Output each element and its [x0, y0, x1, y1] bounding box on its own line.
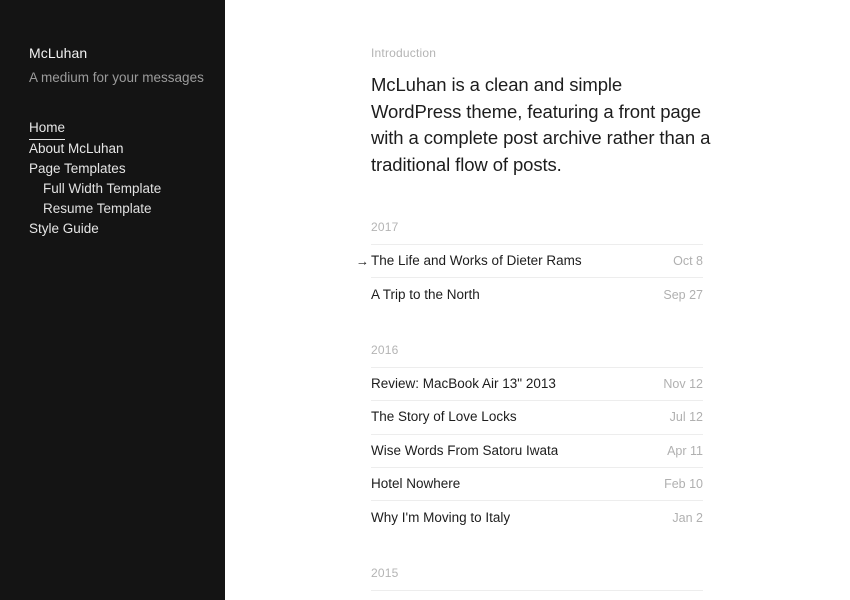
sidebar-item-page-templates[interactable]: Page Templates	[29, 159, 225, 179]
sidebar-item-resume-template[interactable]: Resume Template	[29, 199, 225, 219]
site-tagline: A medium for your messages	[29, 70, 204, 85]
year-group: 2016 Review: MacBook Air 13" 2013 Nov 12…	[371, 342, 703, 534]
sidebar-item-about-mcluhan[interactable]: About McLuhan	[29, 139, 225, 159]
post-date: Jan 2	[672, 510, 703, 525]
post-date: Feb 10	[664, 477, 703, 492]
post-title: A Trip to the North	[371, 286, 480, 302]
table-row[interactable]: Tickets for WordCamp Stockholm 2017 Nov …	[371, 589, 703, 600]
site-title: McLuhan	[29, 45, 88, 61]
sidebar-item-label: Page Templates	[29, 161, 126, 176]
arrow-right-icon: →	[356, 253, 369, 269]
year-label: 2015	[371, 565, 399, 580]
post-archive: 2017 → The Life and Works of Dieter Rams…	[356, 219, 703, 600]
content-column: Introduction McLuhan is a clean and simp…	[356, 0, 710, 600]
table-row[interactable]: Review: MacBook Air 13" 2013 Nov 12	[371, 366, 703, 400]
introduction-text: McLuhan is a clean and simple WordPress …	[371, 74, 711, 175]
post-title: Hotel Nowhere	[371, 476, 461, 492]
sidebar-item-style-guide[interactable]: Style Guide	[29, 219, 225, 239]
table-row[interactable]: Hotel Nowhere Feb 10	[371, 466, 703, 500]
post-title: The Story of Love Locks	[371, 409, 517, 425]
post-date: Apr 11	[667, 443, 703, 458]
table-row[interactable]: Why I'm Moving to Italy Jan 2	[371, 500, 703, 533]
sidebar-item-label: Full Width Template	[43, 181, 162, 196]
post-title: Review: MacBook Air 13" 2013	[371, 375, 556, 391]
post-date: Jul 12	[669, 410, 703, 425]
main-content: Introduction McLuhan is a clean and simp…	[225, 0, 850, 600]
sidebar-item-label: Style Guide	[29, 221, 99, 236]
post-date: Nov 12	[663, 376, 703, 391]
year-label: 2017	[371, 220, 399, 234]
table-row[interactable]: The Story of Love Locks Jul 12	[371, 400, 703, 433]
year-label: 2016	[371, 342, 399, 357]
table-row[interactable]: Wise Words From Satoru Iwata Apr 11	[371, 433, 703, 467]
post-title: Wise Words From Satoru Iwata	[371, 442, 559, 458]
year-group: 2017 → The Life and Works of Dieter Rams…	[356, 219, 703, 311]
introduction-label: Introduction	[371, 46, 437, 60]
sidebar-item-label: Resume Template	[43, 201, 152, 216]
sidebar-item-label: About McLuhan	[29, 141, 124, 156]
sidebar-item-home[interactable]: Home	[29, 118, 225, 140]
post-date: Sep 27	[663, 287, 703, 302]
post-title: Why I'm Moving to Italy	[371, 509, 511, 525]
table-row[interactable]: → The Life and Works of Dieter Rams Oct …	[356, 244, 703, 277]
sidebar-item-full-width-template[interactable]: Full Width Template	[29, 179, 225, 199]
year-group: 2015 Tickets for WordCamp Stockholm 2017…	[371, 565, 703, 600]
post-date: Oct 8	[673, 254, 703, 269]
page-root: McLuhan A medium for your messages Home …	[0, 0, 850, 600]
primary-navigation: Home About McLuhan Page Templates Full W…	[29, 119, 225, 239]
table-row[interactable]: A Trip to the North Sep 27	[371, 277, 703, 310]
post-title: The Life and Works of Dieter Rams	[371, 253, 582, 269]
sidebar: McLuhan A medium for your messages Home …	[0, 0, 225, 600]
sidebar-item-label: Home	[29, 118, 66, 140]
